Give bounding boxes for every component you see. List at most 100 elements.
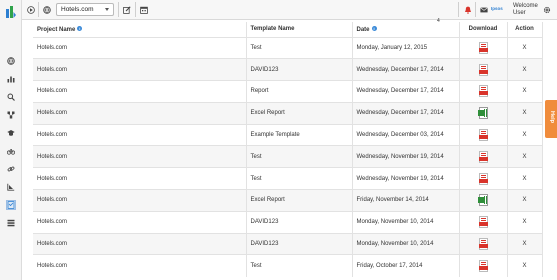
cell-project: Hotels.com xyxy=(33,101,247,125)
cell-template: Excel Report xyxy=(246,189,353,212)
pdf-file-icon[interactable] xyxy=(478,63,488,76)
help-tab[interactable]: Help xyxy=(545,100,557,138)
delete-button[interactable]: X xyxy=(507,58,543,81)
table-row: Hotels.com Report Wednesday, December 17, … xyxy=(33,80,543,103)
column-header-project[interactable]: Project Name i xyxy=(33,22,247,37)
cell-download xyxy=(459,232,508,255)
delete-button[interactable]: X xyxy=(507,232,543,255)
cell-date: Monday, November 10, 2014 xyxy=(352,232,460,255)
welcome-label: Welcome xyxy=(513,3,538,9)
mail-icon[interactable] xyxy=(478,3,490,16)
cell-project: Hotels.com xyxy=(33,189,247,212)
cell-date: Friday, October 17, 2014 xyxy=(352,254,460,277)
info-icon[interactable]: i xyxy=(77,25,83,31)
cell-project: Hotels.com xyxy=(33,36,247,59)
pdf-file-icon[interactable] xyxy=(478,85,488,98)
cell-template: DAVID123 xyxy=(246,58,353,81)
chart-icon[interactable] xyxy=(6,182,16,192)
excel-file-icon[interactable] xyxy=(477,107,488,120)
network-icon[interactable] xyxy=(6,110,16,120)
cell-project: Hotels.com xyxy=(33,232,247,255)
graduation-cap-icon[interactable] xyxy=(6,128,16,138)
delete-button[interactable]: X xyxy=(507,36,543,59)
help-label: Help xyxy=(548,111,555,123)
cell-template: Excel Report xyxy=(246,101,353,125)
cell-project: Hotels.com xyxy=(33,145,247,168)
cell-template: Example Template xyxy=(246,123,353,146)
cell-download xyxy=(459,189,508,212)
cell-date: Wednesday, December 17, 2014 xyxy=(352,80,460,103)
column-header-template[interactable]: Template Name xyxy=(246,22,353,37)
info-icon[interactable]: i xyxy=(371,25,377,31)
table-row: Hotels.com Test Wednesday, November 19, 20… xyxy=(33,167,543,190)
column-header-date[interactable]: Date i xyxy=(352,22,460,37)
bar-chart-icon[interactable] xyxy=(6,74,16,84)
gear-icon[interactable] xyxy=(541,3,553,16)
bicycle-icon[interactable] xyxy=(6,146,16,156)
edit-icon[interactable] xyxy=(121,3,133,16)
delete-button[interactable]: X xyxy=(507,210,543,234)
cell-download xyxy=(459,101,508,125)
pdf-file-icon[interactable] xyxy=(478,238,488,251)
list-icon[interactable] xyxy=(6,218,16,228)
pdf-file-icon[interactable] xyxy=(478,260,488,273)
brand-logo: Ipsos xyxy=(491,6,503,11)
calendar-icon[interactable] xyxy=(138,3,150,16)
column-header-action: Action xyxy=(507,22,543,37)
table-row: Hotels.com Test Wednesday, November 19, 20… xyxy=(33,145,543,168)
cell-date: Wednesday, December 03, 2014 xyxy=(352,123,460,146)
cell-project: Hotels.com xyxy=(33,254,247,277)
pdf-file-icon[interactable] xyxy=(478,41,488,54)
delete-button[interactable]: X xyxy=(507,145,543,168)
cell-download xyxy=(459,145,508,168)
cell-date: Wednesday, December 17, 2014 xyxy=(352,101,460,125)
cell-download xyxy=(459,58,508,81)
reports-icon[interactable] xyxy=(6,200,16,210)
welcome-user[interactable]: Welcome User xyxy=(513,3,538,17)
globe-icon[interactable] xyxy=(41,3,53,16)
pdf-file-icon[interactable] xyxy=(478,172,488,185)
link-icon[interactable] xyxy=(6,164,16,174)
top-toolbar: Hotels.com Ipsos Welcome User xyxy=(22,0,557,20)
search-icon[interactable] xyxy=(6,92,16,102)
reports-table: Project Name i Template Name Date i Downlo… xyxy=(33,22,543,277)
cell-project: Hotels.com xyxy=(33,123,247,146)
delete-button[interactable]: X xyxy=(507,80,543,103)
delete-button[interactable]: X xyxy=(507,254,543,277)
table-row: Hotels.com Excel Report Wednesday, Decembe… xyxy=(33,101,543,125)
delete-button[interactable]: X xyxy=(507,189,543,212)
cell-project: Hotels.com xyxy=(33,210,247,234)
app-logo-icon[interactable] xyxy=(6,6,16,20)
table-row: Hotels.com Example Template Wednesday, Dec… xyxy=(33,123,543,146)
cell-project: Hotels.com xyxy=(33,58,247,81)
cell-date: Wednesday, November 19, 2014 xyxy=(352,167,460,190)
column-header-download: Download xyxy=(459,22,508,37)
table-header-row: Project Name i Template Name Date i Downlo… xyxy=(33,22,543,37)
cell-download xyxy=(459,36,508,59)
cell-date: Friday, November 14, 2014 xyxy=(352,189,460,212)
pdf-file-icon[interactable] xyxy=(478,216,488,229)
cell-template: Test xyxy=(246,254,353,277)
bell-icon[interactable] xyxy=(462,3,474,16)
delete-button[interactable]: X xyxy=(507,101,543,125)
delete-button[interactable]: X xyxy=(507,123,543,146)
pdf-file-icon[interactable] xyxy=(478,150,488,163)
delete-button[interactable]: X xyxy=(507,167,543,190)
cell-date: Wednesday, November 19, 2014 xyxy=(352,145,460,168)
cell-download xyxy=(459,80,508,103)
cell-template: DAVID123 xyxy=(246,232,353,255)
site-select[interactable]: Hotels.com xyxy=(56,3,114,16)
table-row: Hotels.com DAVID123 Monday, November 10, 2… xyxy=(33,210,543,234)
globe-icon[interactable] xyxy=(6,56,16,66)
cell-template: Test xyxy=(246,167,353,190)
cell-template: Report xyxy=(246,80,353,103)
cell-template: Test xyxy=(246,145,353,168)
pdf-file-icon[interactable] xyxy=(478,129,488,142)
table-row: Hotels.com DAVID123 Wednesday, December 17… xyxy=(33,58,543,81)
cell-template: DAVID123 xyxy=(246,210,353,234)
excel-file-icon[interactable] xyxy=(477,194,488,207)
table-row: Hotels.com Test Monday, January 12, 2015 X xyxy=(33,36,543,59)
cell-project: Hotels.com xyxy=(33,80,247,103)
play-icon[interactable] xyxy=(25,3,37,16)
cell-date: Monday, January 12, 2015 xyxy=(352,36,460,59)
